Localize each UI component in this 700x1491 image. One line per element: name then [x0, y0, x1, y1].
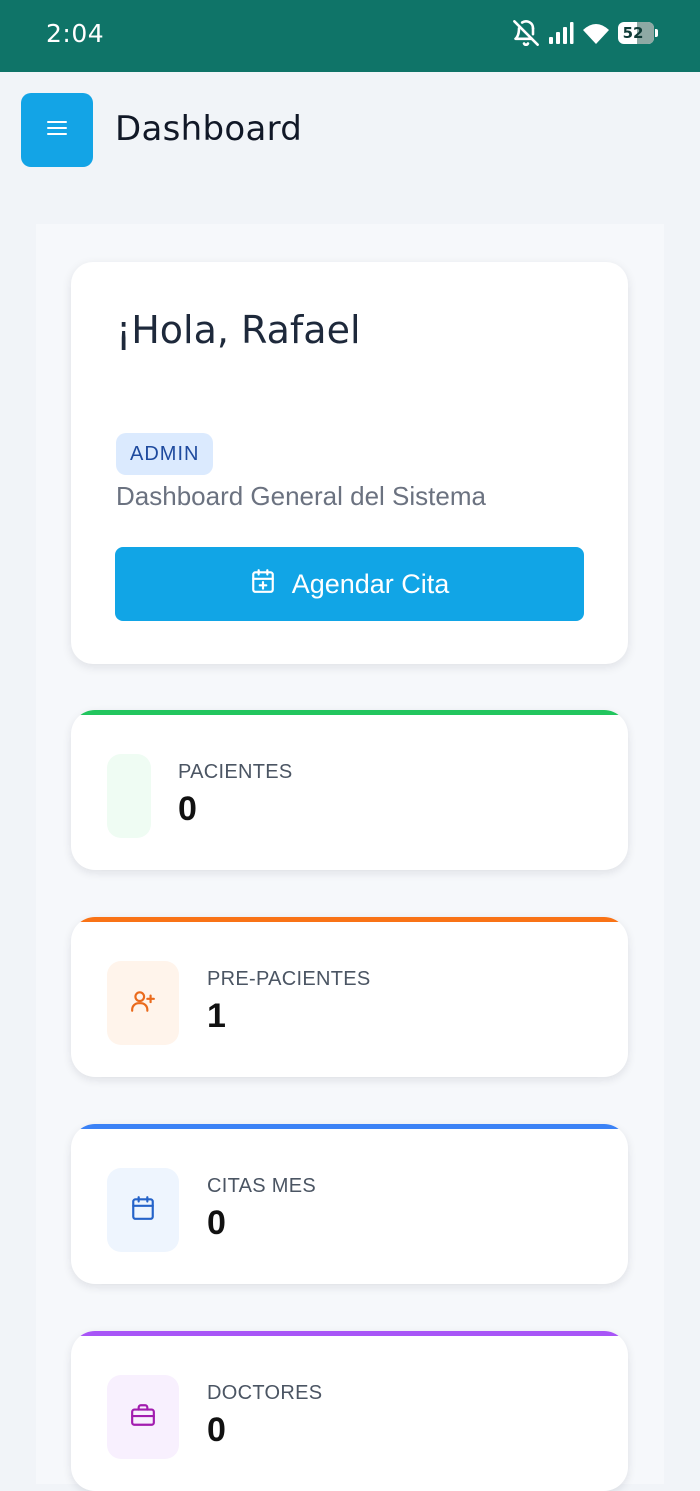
stat-card-pre-pacientes[interactable]: PRE-PACIENTES 1 [71, 917, 628, 1077]
citas-mes-icon-box [107, 1168, 179, 1252]
stat-card-citas-mes[interactable]: CITAS MES 0 [71, 1124, 628, 1284]
stat-card-doctores[interactable]: DOCTORES 0 [71, 1331, 628, 1491]
wifi-icon [582, 21, 610, 45]
stat-value: 0 [207, 1411, 226, 1449]
stat-value: 1 [207, 997, 226, 1035]
stat-label: CITAS MES [207, 1175, 317, 1197]
page-title: Dashboard [115, 109, 303, 149]
bell-off-icon [512, 19, 540, 47]
stat-value: 0 [207, 1204, 226, 1242]
stat-card-pacientes[interactable]: PACIENTES 0 [71, 710, 628, 870]
stat-label: PACIENTES [178, 761, 293, 783]
pacientes-icon-box [107, 754, 151, 838]
hamburger-menu-icon [45, 119, 69, 142]
stat-value: 0 [178, 790, 197, 828]
user-plus-icon [130, 988, 156, 1019]
doctores-icon-box [107, 1375, 179, 1459]
status-icons: 52 [512, 18, 658, 48]
stat-label: DOCTORES [207, 1382, 323, 1404]
greeting-text: ¡Hola, Rafael [116, 308, 361, 352]
app-header: Dashboard [0, 72, 700, 202]
briefcase-icon [129, 1402, 157, 1433]
battery-percent: 52 [622, 24, 644, 42]
schedule-appointment-label: Agendar Cita [291, 568, 450, 599]
calendar-icon [130, 1195, 156, 1226]
signal-icon [548, 21, 574, 45]
battery-icon: 52 [618, 22, 658, 44]
status-time: 2:04 [46, 19, 105, 48]
status-bar: 2:04 52 [0, 0, 700, 72]
calendar-plus-icon [250, 567, 276, 602]
stat-label: PRE-PACIENTES [207, 968, 371, 990]
menu-button[interactable] [21, 93, 93, 167]
welcome-card: ¡Hola, Rafael ADMIN Dashboard General de… [71, 262, 628, 664]
schedule-appointment-button[interactable]: Agendar Cita [115, 547, 584, 621]
pre-pacientes-icon-box [107, 961, 179, 1045]
role-badge: ADMIN [116, 433, 214, 475]
dashboard-subtitle: Dashboard General del Sistema [116, 481, 486, 511]
